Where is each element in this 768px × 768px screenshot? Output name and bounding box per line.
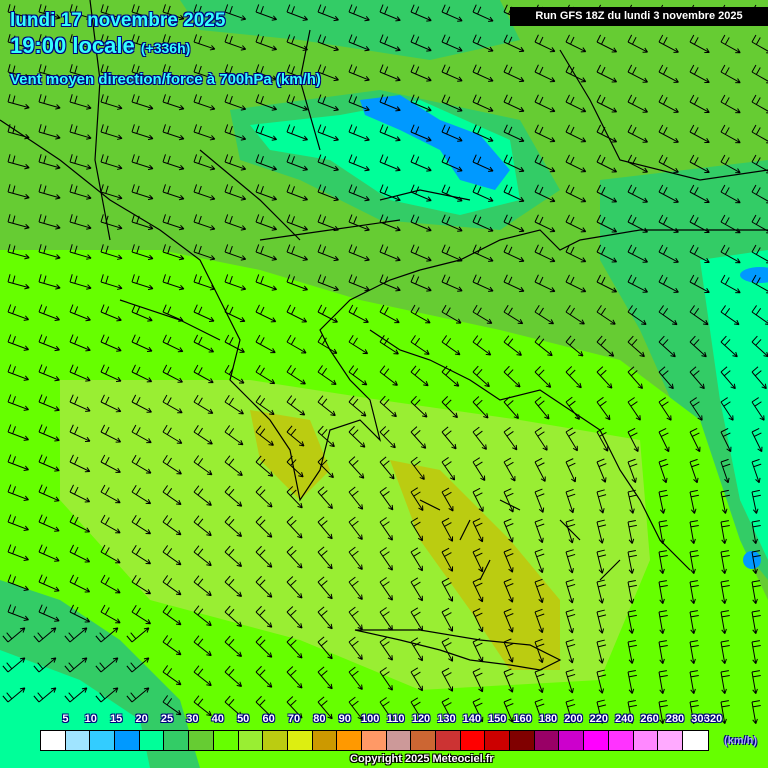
legend-swatch: [485, 731, 511, 750]
legend-swatch: [510, 731, 535, 750]
legend-swatch: [658, 731, 683, 750]
legend-swatch: [337, 731, 362, 750]
legend-label: 110: [386, 713, 405, 725]
wind-speed-field: [0, 0, 768, 768]
legend-label: 30: [186, 713, 199, 725]
legend-swatch: [608, 731, 634, 750]
legend-swatch: [65, 731, 91, 750]
weather-map: lundi 17 novembre 2025 19:00 locale (+33…: [0, 0, 768, 768]
legend-label: 180: [538, 713, 558, 725]
legend-swatch: [312, 731, 338, 750]
run-info: Run GFS 18Z du lundi 3 novembre 2025: [510, 7, 768, 26]
legend-swatch: [584, 731, 609, 750]
legend-swatch: [238, 731, 264, 750]
legend-swatch: [41, 731, 66, 750]
legend-label: 40: [211, 713, 224, 725]
legend-label: 20: [135, 713, 148, 725]
legend-label: 15: [110, 713, 123, 725]
legend-swatch: [436, 731, 461, 750]
copyright: Copyright 2025 Meteociel.fr: [350, 753, 494, 765]
forecast-date: lundi 17 novembre 2025: [10, 10, 226, 31]
legend-label: 60: [262, 713, 275, 725]
legend-label: 5: [62, 713, 69, 725]
legend-swatch: [164, 731, 190, 750]
lead-time: (+336h): [140, 40, 191, 56]
legend-swatch: [115, 731, 140, 750]
legend-swatch: [386, 731, 412, 750]
legend-swatch: [90, 731, 116, 750]
legend-swatch: [559, 731, 585, 750]
legend-swatch: [263, 731, 288, 750]
legend-label: 10: [84, 713, 97, 725]
wind-map: [0, 0, 768, 768]
color-legend: [40, 730, 709, 751]
legend-label: 220: [589, 713, 608, 725]
legend-label: 320: [703, 713, 723, 725]
legend-swatch: [460, 731, 486, 750]
legend-swatch: [139, 731, 165, 750]
legend-label: 140: [462, 713, 481, 725]
legend-swatch: [213, 731, 239, 750]
legend-label: 160: [513, 713, 532, 725]
parameter-title: Vent moyen direction/force à 700hPa (km/…: [10, 71, 321, 88]
legend-label: 280: [665, 713, 685, 725]
legend-label: 150: [488, 713, 507, 725]
legend-label: 260: [640, 713, 659, 725]
legend-label: 25: [160, 713, 174, 725]
legend-label: 70: [287, 713, 301, 725]
legend-label: 50: [237, 713, 250, 725]
legend-swatch: [682, 731, 708, 750]
legend-swatch: [633, 731, 659, 750]
legend-swatch: [534, 731, 560, 750]
legend-swatch: [287, 731, 313, 750]
legend-label: 100: [361, 713, 380, 725]
legend-label: 90: [338, 713, 351, 725]
legend-label: 130: [437, 713, 456, 725]
forecast-time: 19:00 locale (+336h): [10, 33, 190, 59]
legend-label: 240: [615, 713, 634, 725]
legend-swatch: [361, 731, 387, 750]
legend-swatch: [411, 731, 436, 750]
legend-swatch: [189, 731, 214, 750]
legend-unit: (km/h): [724, 735, 757, 747]
legend-label: 200: [564, 713, 583, 725]
legend-label: 120: [411, 713, 431, 725]
local-time: 19:00 locale: [10, 33, 135, 58]
legend-label: 80: [313, 713, 326, 725]
